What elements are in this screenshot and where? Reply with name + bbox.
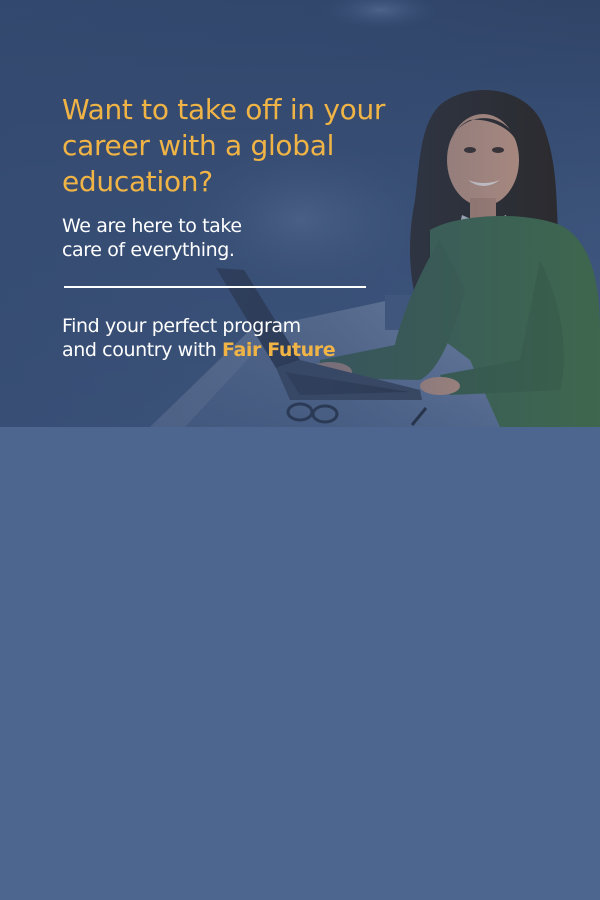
page: Want to take off in your career with a g… [0, 0, 600, 900]
cta-line: Find your perfect program [62, 315, 301, 337]
hero-banner: Want to take off in your career with a g… [0, 0, 600, 427]
subheadline-line: We are here to take [62, 215, 242, 237]
headline: Want to take off in your career with a g… [62, 92, 432, 200]
headline-line: education? [62, 165, 213, 198]
subheadline: We are here to take care of everything. [62, 214, 292, 262]
headline-line: Want to take off in your [62, 93, 386, 126]
headline-line: career with a global [62, 129, 335, 162]
hero-text-block: Want to take off in your career with a g… [62, 92, 432, 262]
divider-line [64, 286, 366, 288]
brand-name: Fair Future [222, 339, 336, 361]
cta-line: and country with [62, 339, 223, 361]
subheadline-line: care of everything. [62, 239, 235, 261]
cta-text: Find your perfect program and country wi… [62, 314, 382, 362]
